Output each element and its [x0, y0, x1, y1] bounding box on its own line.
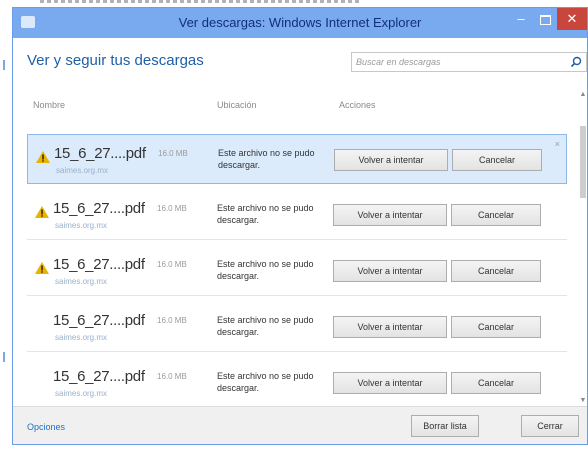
column-header-location[interactable]: Ubicación	[217, 100, 257, 110]
downloads-list: 15_6_27....pdf 16.0 MB saimes.org.mx Est…	[27, 134, 575, 404]
file-domain: saimes.org.mx	[55, 277, 108, 286]
download-status: Este archivo no se pudo descargar.	[217, 371, 314, 393]
search-icon[interactable]	[570, 56, 582, 68]
file-domain: saimes.org.mx	[55, 333, 108, 342]
page-title: Ver y seguir tus descargas	[27, 52, 204, 69]
maximize-button[interactable]	[535, 8, 555, 30]
close-window-button[interactable]: ✕	[557, 8, 587, 30]
download-row[interactable]: 15_6_27....pdf 16.0 MB saimes.org.mx Est…	[27, 134, 567, 184]
close-button[interactable]: Cerrar	[521, 415, 579, 437]
list-scrollbar[interactable]: ▲ ▼	[579, 90, 587, 406]
retry-button[interactable]: Volver a intentar	[333, 316, 447, 338]
remove-item-button[interactable]: ×	[555, 139, 560, 149]
column-header-actions: Acciones	[339, 100, 376, 110]
file-domain: saimes.org.mx	[55, 389, 108, 398]
download-status: Este archivo no se pudo descargar.	[218, 148, 315, 170]
cancel-button[interactable]: Cancelar	[451, 316, 541, 338]
column-header-name[interactable]: Nombre	[33, 100, 65, 110]
download-row[interactable]: 15_6_27....pdf 16.0 MB saimes.org.mx Est…	[27, 246, 567, 296]
cancel-button[interactable]: Cancelar	[451, 372, 541, 394]
retry-button[interactable]: Volver a intentar	[333, 372, 447, 394]
minimize-button[interactable]: –	[509, 8, 533, 30]
download-row[interactable]: 15_6_27....pdf 16.0 MB saimes.org.mx Est…	[27, 302, 567, 352]
scroll-up-arrow-icon[interactable]: ▲	[579, 90, 587, 100]
background-window-text-edge	[40, 0, 360, 3]
warning-icon	[36, 151, 50, 163]
file-domain: saimes.org.mx	[56, 166, 109, 175]
title-bar[interactable]: Ver descargas: Windows Internet Explorer…	[13, 8, 587, 38]
cancel-button[interactable]: Cancelar	[452, 149, 542, 171]
downloads-window: Ver descargas: Windows Internet Explorer…	[12, 7, 588, 445]
cancel-button[interactable]: Cancelar	[451, 204, 541, 226]
download-row[interactable]: 15_6_27....pdf 16.0 MB saimes.org.mx Est…	[27, 358, 567, 404]
edge-tick	[3, 352, 5, 362]
retry-button[interactable]: Volver a intentar	[333, 204, 447, 226]
file-name[interactable]: 15_6_27....pdf	[53, 256, 145, 273]
scroll-down-arrow-icon[interactable]: ▼	[579, 396, 587, 406]
file-size: 16.0 MB	[157, 204, 187, 213]
download-status: Este archivo no se pudo descargar.	[217, 203, 314, 225]
download-row[interactable]: 15_6_27....pdf 16.0 MB saimes.org.mx Est…	[27, 190, 567, 240]
clear-list-button[interactable]: Borrar lista	[411, 415, 479, 437]
retry-button[interactable]: Volver a intentar	[334, 149, 448, 171]
retry-button[interactable]: Volver a intentar	[333, 260, 447, 282]
file-size: 16.0 MB	[157, 372, 187, 381]
scroll-thumb[interactable]	[580, 126, 586, 198]
footer-bar: Opciones Borrar lista Cerrar	[13, 406, 587, 444]
file-size: 16.0 MB	[157, 316, 187, 325]
file-name[interactable]: 15_6_27....pdf	[53, 200, 145, 217]
file-name[interactable]: 15_6_27....pdf	[53, 312, 145, 329]
window-title: Ver descargas: Windows Internet Explorer	[178, 15, 422, 30]
edge-tick	[3, 60, 5, 70]
background-window-edge	[0, 0, 12, 449]
warning-icon	[35, 262, 49, 274]
cancel-button[interactable]: Cancelar	[451, 260, 541, 282]
search-box[interactable]	[351, 52, 587, 72]
download-status: Este archivo no se pudo descargar.	[217, 315, 314, 337]
maximize-icon	[539, 14, 551, 25]
download-status: Este archivo no se pudo descargar.	[217, 259, 314, 281]
file-domain: saimes.org.mx	[55, 221, 108, 230]
file-size: 16.0 MB	[157, 260, 187, 269]
warning-icon	[35, 206, 49, 218]
file-name[interactable]: 15_6_27....pdf	[53, 368, 145, 385]
file-size: 16.0 MB	[158, 149, 188, 158]
file-name[interactable]: 15_6_27....pdf	[54, 145, 146, 162]
options-link[interactable]: Opciones	[27, 422, 65, 432]
search-input[interactable]	[356, 55, 556, 69]
